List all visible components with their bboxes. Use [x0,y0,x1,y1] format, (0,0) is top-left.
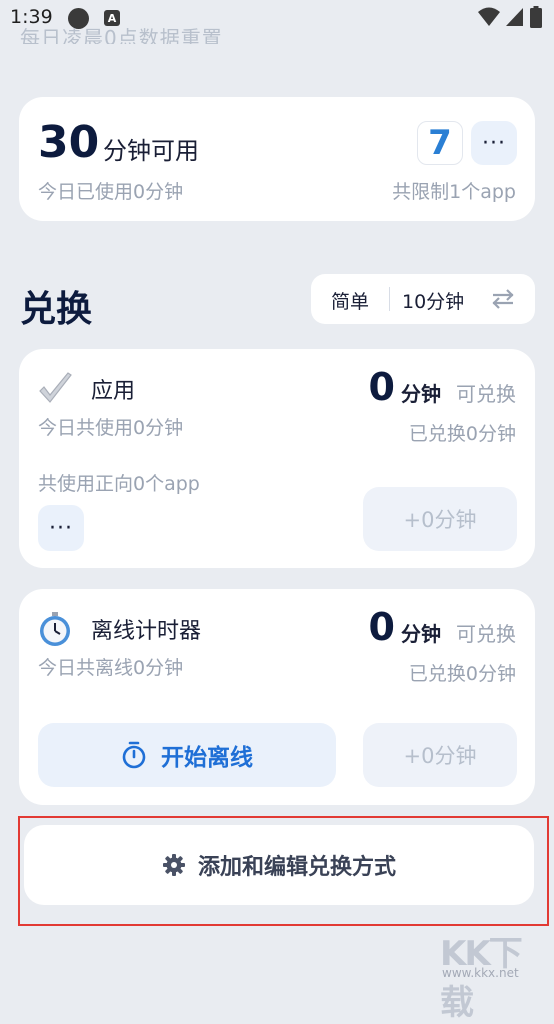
app-redeemed-text: 已兑换0分钟 [408,423,516,445]
limit-count-text: 共限制1个app [392,181,516,203]
app-today-usage: 今日共使用0分钟 [38,417,184,439]
app-more-button[interactable]: ··· [38,505,84,551]
battery-icon [530,6,542,28]
sliders-icon[interactable] [491,287,515,311]
check-mark-icon [39,372,72,403]
mode-divider [389,287,390,311]
calendar-icon[interactable]: 7 [417,121,463,165]
mode-interval-label[interactable]: 10分钟 [402,287,464,314]
signal-icon [506,8,523,26]
app-positive-count-text: 共使用正向0个app [38,473,200,495]
reset-notice-text: 每日凌晨0点数据重置 [20,26,223,44]
app-add-minutes-button[interactable]: +0分钟 [363,487,517,551]
offline-timer-card: 离线计时器 今日共离线0分钟 0 分钟 可兑换 已兑换0分钟 开始离线 +0分钟 [19,589,535,805]
available-minutes-value: 30 [38,117,100,168]
usage-summary-card: 30 分钟可用 今日已使用0分钟 7 ··· 共限制1个app [19,97,535,221]
app-available-label: 可兑换 [456,382,516,406]
offline-redeemed-text: 已兑换0分钟 [408,663,516,685]
exchange-section-title: 兑换 [20,289,93,330]
timer-icon [122,741,146,769]
start-offline-label: 开始离线 [161,745,253,771]
gear-icon [162,854,185,876]
offline-available-label: 可兑换 [456,622,516,646]
wifi-icon [478,7,500,26]
offline-available-value: 0 [368,605,395,649]
stopwatch-icon [40,612,70,646]
app-card-title: 应用 [91,379,136,404]
mode-simple-label[interactable]: 简单 [331,287,369,314]
add-edit-exchange-label: 添加和编辑兑换方式 [197,855,396,880]
offline-available-unit: 分钟 [401,622,441,646]
status-indicators [478,6,542,28]
start-offline-button[interactable]: 开始离线 [38,723,336,787]
app-available-value: 0 [368,365,395,409]
available-minutes-unit: 分钟可用 [103,137,199,165]
app-exchange-card: 应用 今日共使用0分钟 0 分钟 可兑换 已兑换0分钟 共使用正向0个app ·… [19,349,535,568]
add-edit-exchange-button[interactable]: 添加和编辑兑换方式 [24,825,534,905]
offline-today-text: 今日共离线0分钟 [38,657,184,679]
summary-more-button[interactable]: ··· [471,121,517,165]
watermark-url: www.kkx.net [442,966,519,980]
offline-add-minutes-button[interactable]: +0分钟 [363,723,517,787]
watermark-logo: KK下载 www.kkx.net [440,926,550,1023]
offline-card-title: 离线计时器 [91,619,202,644]
app-available-unit: 分钟 [401,382,441,406]
exchange-mode-selector[interactable]: 简单 10分钟 [311,274,535,324]
today-used-text: 今日已使用0分钟 [38,181,184,203]
